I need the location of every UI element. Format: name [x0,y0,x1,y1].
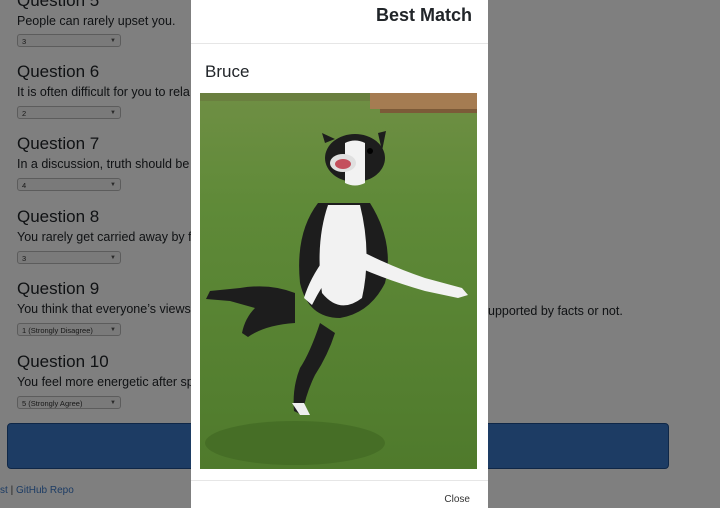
match-name: Bruce [205,62,250,81]
modal-footer: Close [191,480,488,508]
modal-title: Best Match [375,5,472,25]
dog-photo-image [200,93,477,469]
match-photo [200,93,477,469]
modal-header: Best Match [191,0,488,44]
best-match-modal: Best Match Bruce Close [191,0,488,508]
close-button[interactable]: Close [444,494,470,505]
